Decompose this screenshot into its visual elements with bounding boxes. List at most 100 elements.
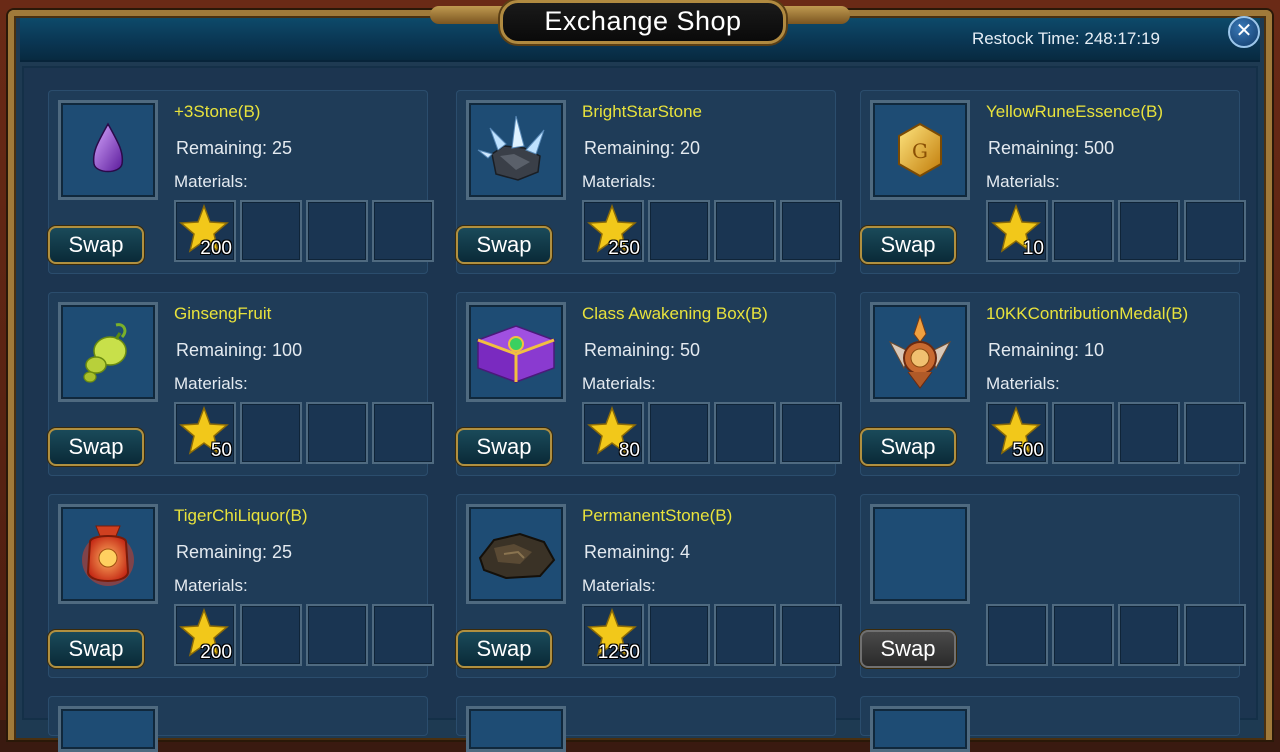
item-remaining: Remaining: 10 [988,340,1105,360]
item-icon-slot[interactable] [466,302,566,402]
material-slot-empty [240,200,302,262]
purple-gem-icon [92,122,124,173]
shop-item-card-partial [48,696,428,752]
materials-row: 250 [582,200,842,262]
material-slot[interactable]: 50 [174,402,236,464]
materials-label: Materials: [174,374,248,393]
shop-item-card: G YellowRuneEssence(B) Remaining: 500 Ma… [860,90,1246,274]
material-slot[interactable]: 10 [986,200,1048,262]
material-qty: 250 [608,238,640,259]
material-slot-empty [1184,604,1246,666]
item-icon-slot[interactable] [58,302,158,402]
shop-item-card-partial [456,696,836,752]
material-slot-empty [240,402,302,464]
item-name: PermanentStone(B) [582,506,733,525]
materials-label: Materials: [582,374,656,393]
materials-label: Materials: [174,576,248,595]
swap-button[interactable]: Swap [456,630,552,668]
svg-text:G: G [912,139,928,163]
material-slot-empty [648,604,710,666]
materials-row: 200 [174,604,434,666]
window-frame: Exchange Shop Restock Time: 248:17:19 ✕ … [0,0,1280,752]
item-remaining: Remaining: 50 [584,340,701,360]
material-slot-empty [1184,200,1246,262]
material-slot-empty [780,402,842,464]
material-slot-empty [306,200,368,262]
item-remaining: Remaining: 25 [176,138,293,158]
material-qty: 500 [1012,440,1044,461]
material-slot-empty [372,604,434,666]
material-slot-empty [780,604,842,666]
material-slot-empty [372,402,434,464]
material-slot[interactable]: 1250 [582,604,644,666]
material-slot-empty [1184,402,1246,464]
material-qty: 80 [618,440,640,461]
swap-button[interactable]: Swap [456,226,552,264]
material-slot-empty [1052,200,1114,262]
medal-icon [888,314,952,389]
restock-timer: Restock Time: 248:17:19 [971,29,1160,48]
shop-grid: +3Stone(B) Remaining: 25 Materials: 200 … [22,66,1258,752]
item-icon-slot[interactable] [466,504,566,604]
shop-item-card: GinsengFruit Remaining: 100 Materials: 5… [48,292,434,476]
crystal-ore-icon [477,115,545,181]
swap-button[interactable]: Swap [860,226,956,264]
material-slot-empty [714,200,776,262]
material-qty: 200 [200,642,232,663]
materials-row: 200 [174,200,434,262]
materials-label: Materials: [582,172,656,191]
swap-button[interactable]: Swap [48,428,144,466]
materials-label: Materials: [986,374,1060,393]
materials-label: Materials: [986,172,1060,191]
materials-row: 10 [986,200,1246,262]
item-remaining: Remaining: 100 [176,340,303,360]
window-title: Exchange Shop [544,6,742,36]
item-icon-slot[interactable]: G [870,100,970,200]
swap-button[interactable]: Swap [456,428,552,466]
item-name: GinsengFruit [174,304,272,323]
shop-item-card: +3Stone(B) Remaining: 25 Materials: 200 … [48,90,434,274]
swap-button[interactable]: Swap [48,630,144,668]
material-slot-empty [1052,604,1114,666]
material-slot-empty [714,402,776,464]
material-slot[interactable]: 250 [582,200,644,262]
swap-button[interactable]: Swap [860,428,956,466]
liquor-jar-icon [82,525,134,586]
item-icon-slot-partial [466,706,566,752]
material-slot-empty [372,200,434,262]
material-slot-empty [648,200,710,262]
material-slot[interactable]: 200 [174,604,236,666]
swap-button-disabled[interactable]: Swap [860,630,956,668]
close-icon[interactable]: ✕ [1228,16,1260,48]
material-qty: 1250 [597,642,640,663]
ginseng-fruit-icon [83,323,127,383]
materials-row: 80 [582,402,842,464]
materials-row: 500 [986,402,1246,464]
material-slot-empty [1118,604,1180,666]
material-slot-empty [648,402,710,464]
material-slot[interactable]: 200 [174,200,236,262]
material-slot-empty [780,200,842,262]
dark-stone-icon [478,532,556,580]
material-slot-empty [306,604,368,666]
item-icon-slot[interactable] [58,504,158,604]
item-icon-slot[interactable] [466,100,566,200]
material-slot-empty [306,402,368,464]
item-name: Class Awakening Box(B) [582,304,768,323]
material-slot[interactable]: 500 [986,402,1048,464]
item-name: +3Stone(B) [174,102,261,121]
shop-item-card: TigerChiLiquor(B) Remaining: 25 Material… [48,494,434,678]
treasure-box-icon [475,325,557,384]
shop-item-card: 10KKContributionMedal(B) Remaining: 10 M… [860,292,1246,476]
item-remaining: Remaining: 4 [584,542,691,562]
material-slot-empty [714,604,776,666]
shop-item-card: PermanentStone(B) Remaining: 4 Materials… [456,494,842,678]
item-icon-slot[interactable] [870,302,970,402]
item-icon-slot[interactable] [58,100,158,200]
materials-label: Materials: [582,576,656,595]
item-remaining: Remaining: 500 [988,138,1115,158]
shop-item-card-empty: Swap [860,494,1246,678]
swap-button[interactable]: Swap [48,226,144,264]
material-slot[interactable]: 80 [582,402,644,464]
item-name: TigerChiLiquor(B) [174,506,308,525]
